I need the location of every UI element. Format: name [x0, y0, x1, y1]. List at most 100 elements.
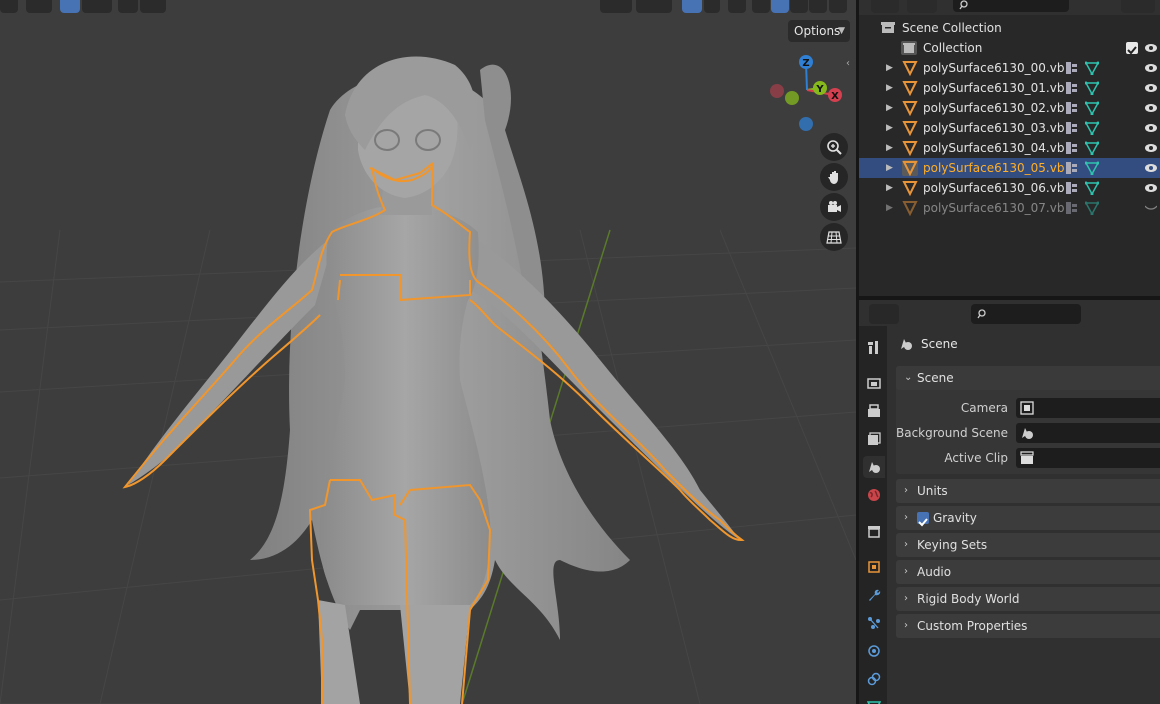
gravity-checkbox[interactable]: [917, 512, 929, 527]
grid-ortho-icon[interactable]: [820, 223, 848, 251]
header-left-dropdown[interactable]: [0, 0, 18, 13]
shading-dropdown[interactable]: [829, 0, 847, 13]
mesh-data-icon[interactable]: [1085, 101, 1099, 115]
modifier-icon[interactable]: [1066, 202, 1078, 214]
eye-icon[interactable]: [1145, 143, 1157, 153]
mesh-data-icon[interactable]: [1085, 141, 1099, 155]
modifier-icon[interactable]: [1066, 102, 1078, 114]
shading-rendered-button[interactable]: [809, 0, 827, 13]
properties-search-field[interactable]: [971, 304, 1081, 324]
panel-gravity-header[interactable]: › Gravity: [896, 506, 1160, 530]
expand-arrow-icon[interactable]: ▶: [886, 178, 893, 198]
tab-collection[interactable]: [863, 520, 885, 542]
overlay-dropdown[interactable]: [704, 0, 720, 13]
display-mode-dropdown[interactable]: [907, 0, 937, 13]
tab-particles[interactable]: [863, 612, 885, 634]
tab-scene[interactable]: [863, 456, 885, 478]
shading-solid-button[interactable]: [771, 0, 789, 13]
navigation-gizmo[interactable]: Z Y X: [764, 52, 848, 134]
panel-rigid-body-world-header[interactable]: › Rigid Body World: [896, 587, 1160, 611]
outliner-row-object[interactable]: ▶ polySurface6130_03.vb: [859, 118, 1160, 138]
mesh-data-icon[interactable]: [1085, 121, 1099, 135]
tab-modifiers[interactable]: [863, 584, 885, 606]
snap-toggle[interactable]: [60, 0, 80, 13]
panel-units-header[interactable]: › Units: [896, 479, 1160, 503]
eye-icon[interactable]: [1145, 183, 1157, 193]
mesh-data-icon[interactable]: [1085, 201, 1099, 215]
expand-arrow-icon[interactable]: ▶: [886, 98, 893, 118]
mesh-data-icon[interactable]: [1085, 81, 1099, 95]
eye-icon[interactable]: [1145, 163, 1157, 173]
eye-icon[interactable]: [1145, 83, 1157, 93]
eye-icon[interactable]: [1145, 43, 1157, 53]
panel-scene-header[interactable]: ⌄ Scene: [896, 366, 1160, 390]
hand-pan-icon[interactable]: [820, 163, 848, 191]
collection-checkbox[interactable]: [1126, 42, 1138, 55]
mesh-data-icon[interactable]: [1085, 61, 1099, 75]
expand-arrow-icon[interactable]: ▶: [886, 58, 893, 78]
eye-icon[interactable]: [1145, 103, 1157, 113]
properties-editor-type-dropdown[interactable]: [869, 304, 899, 324]
outliner-row-object[interactable]: ▶ polySurface6130_02.vb: [859, 98, 1160, 118]
outliner-row-object-selected[interactable]: ▶ polySurface6130_05.vb: [859, 158, 1160, 178]
outliner-row-scene-collection[interactable]: Scene Collection: [859, 18, 1160, 38]
outliner-search-field[interactable]: [953, 0, 1069, 12]
modifier-icon[interactable]: [1066, 62, 1078, 74]
editor-type-dropdown[interactable]: [871, 0, 899, 13]
3d-viewport[interactable]: Options ▼ ‹ Z Y X: [0, 0, 856, 704]
tab-data[interactable]: [863, 696, 885, 704]
camera-view-icon[interactable]: [820, 193, 848, 221]
shading-wireframe-button[interactable]: [752, 0, 770, 13]
expand-arrow-icon[interactable]: ▶: [886, 78, 893, 98]
zoom-icon[interactable]: [820, 133, 848, 161]
expand-arrow-icon[interactable]: ▶: [886, 138, 893, 158]
viewport-scene[interactable]: [0, 0, 856, 704]
eye-icon[interactable]: [1145, 63, 1157, 73]
modifier-icon[interactable]: [1066, 142, 1078, 154]
mesh-data-icon[interactable]: [1085, 161, 1099, 175]
overlay-toggle-button[interactable]: [682, 0, 702, 13]
tab-output[interactable]: [863, 400, 885, 422]
outliner-row-object[interactable]: ▶ polySurface6130_06.vb: [859, 178, 1160, 198]
modifier-icon[interactable]: [1066, 122, 1078, 134]
gizmo-toggle-button[interactable]: [636, 0, 672, 13]
modifier-icon[interactable]: [1066, 182, 1078, 194]
falloff-button[interactable]: [140, 0, 166, 13]
xray-toggle-button[interactable]: [728, 0, 746, 13]
shading-material-button[interactable]: [790, 0, 808, 13]
tab-physics[interactable]: [863, 640, 885, 662]
transform-orientation-button[interactable]: [26, 0, 52, 13]
expand-arrow-icon[interactable]: ▶: [886, 198, 893, 218]
visibility-button[interactable]: [600, 0, 632, 13]
background-scene-field[interactable]: [1016, 423, 1160, 443]
tab-render[interactable]: [863, 372, 885, 394]
expand-arrow-icon[interactable]: ▶: [886, 158, 893, 178]
modifier-icon[interactable]: [1066, 162, 1078, 174]
expand-arrow-icon[interactable]: ▶: [886, 118, 893, 138]
mesh-data-icon[interactable]: [1085, 181, 1099, 195]
filter-dropdown[interactable]: [1121, 0, 1155, 13]
modifier-icon[interactable]: [1066, 82, 1078, 94]
tab-view-layer[interactable]: [863, 428, 885, 450]
tab-constraints[interactable]: [863, 668, 885, 690]
proportional-edit-button[interactable]: [118, 0, 138, 13]
panel-custom-properties-header[interactable]: › Custom Properties: [896, 614, 1160, 638]
tool-icon: [868, 341, 878, 354]
outliner-row-object[interactable]: ▶ polySurface6130_01.vb: [859, 78, 1160, 98]
camera-field[interactable]: [1016, 398, 1160, 418]
active-clip-field[interactable]: [1016, 448, 1160, 468]
panel-audio-header[interactable]: › Audio: [896, 560, 1160, 584]
outliner-row-object-hidden[interactable]: ▶ polySurface6130_07.vb: [859, 198, 1160, 218]
eye-icon[interactable]: [1145, 123, 1157, 133]
properties-editor: Scene ⌄ Scene Camera Background Scene Ac…: [859, 300, 1160, 704]
eye-closed-icon[interactable]: [1145, 203, 1157, 213]
options-dropdown[interactable]: Options ▼: [788, 20, 850, 42]
outliner-row-collection[interactable]: Collection: [859, 38, 1160, 58]
panel-keying-sets-header[interactable]: › Keying Sets: [896, 533, 1160, 557]
tab-object[interactable]: [863, 556, 885, 578]
outliner-row-object[interactable]: ▶ polySurface6130_00.vb: [859, 58, 1160, 78]
tab-world[interactable]: [863, 484, 885, 506]
tab-tool[interactable]: [863, 336, 885, 358]
outliner-row-object[interactable]: ▶ polySurface6130_04.vb: [859, 138, 1160, 158]
snap-target-button[interactable]: [82, 0, 112, 13]
